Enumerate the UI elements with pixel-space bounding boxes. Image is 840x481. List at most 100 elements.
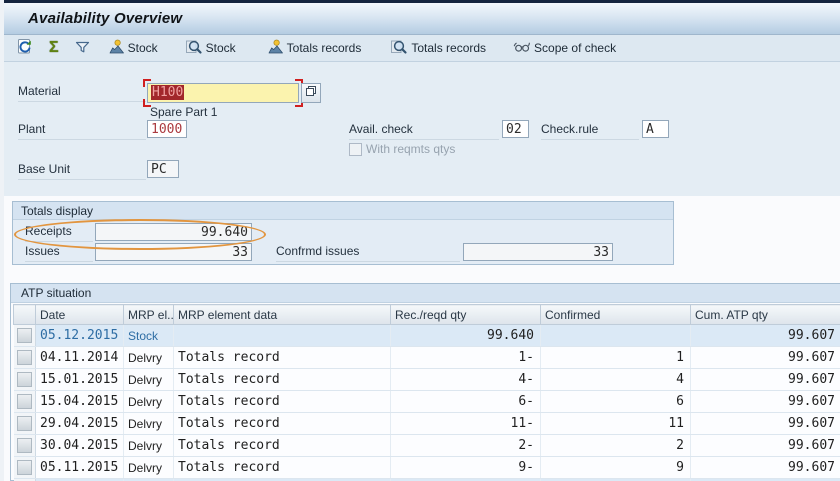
application-toolbar: Σ Stock Stock [4, 35, 840, 62]
cell-mrp-data: Totals record [174, 369, 391, 391]
cell-confirmed: 11 [541, 413, 691, 435]
glasses-icon [513, 39, 531, 57]
cell-date: 05.11.2015 [36, 457, 124, 479]
plant-input[interactable]: 1000 [147, 120, 187, 138]
cell-mrp-el: Delvry [124, 413, 174, 435]
material-input[interactable]: H100 [147, 83, 299, 103]
plant-value: 1000 [151, 122, 182, 137]
material-description: Spare Part 1 [150, 105, 217, 119]
cell-mrp-data [174, 325, 391, 347]
table-row[interactable]: 15.04.2015 Delvry Totals record 6- 6 99.… [14, 391, 840, 413]
cell-rec-qty: 6- [391, 391, 541, 413]
totals-records-search-button[interactable]: Totals records [387, 37, 489, 60]
table-row[interactable]: 29.04.2015 Delvry Totals record 11- 11 9… [14, 413, 840, 435]
with-reqmts-label: With reqmts qtys [366, 142, 455, 156]
table-row[interactable]: 30.04.2015 Delvry Totals record 2- 2 99.… [14, 435, 840, 457]
title-bar: Availability Overview [4, 3, 840, 35]
filter-button[interactable] [71, 37, 94, 60]
funnel-icon [74, 39, 91, 58]
cell-cum-atp: 99.607 [691, 347, 840, 369]
scope-of-check-button[interactable]: Scope of check [510, 37, 619, 59]
cell-cum-atp: 99.607 [691, 413, 840, 435]
cell-cum-atp: 99.607 [691, 369, 840, 391]
sum-button[interactable]: Σ [46, 39, 62, 57]
row-select-button[interactable] [17, 394, 32, 409]
cell-mrp-data: Totals record [174, 435, 391, 457]
totals-display-group: Totals display Receipts 99.640 Issues 33… [12, 201, 674, 265]
check-rule-input[interactable]: A [642, 120, 669, 138]
avail-check-input[interactable]: 02 [502, 120, 529, 138]
col-header-confirmed[interactable]: Confirmed [541, 305, 691, 325]
cell-mrp-data: Totals record [174, 391, 391, 413]
sap-window: Availability Overview Σ Stock [0, 0, 840, 481]
refresh-icon [17, 38, 34, 58]
receipts-label: Receipts [25, 224, 93, 242]
atp-situation-group: ATP situation Date MRP el... MRP element… [10, 283, 840, 481]
row-select-button[interactable] [17, 328, 32, 343]
sigma-icon: Σ [49, 41, 59, 55]
cell-confirmed: 1 [541, 347, 691, 369]
select-all-header[interactable] [14, 305, 36, 325]
avail-check-label: Avail. check [349, 122, 499, 140]
cell-rec-qty: 1- [391, 347, 541, 369]
table-row[interactable]: 04.11.2014 Delvry Totals record 1- 1 99.… [14, 347, 840, 369]
cell-date: 15.01.2015 [36, 369, 124, 391]
totals-records-search-label: Totals records [411, 41, 486, 55]
cell-confirmed: 2 [541, 435, 691, 457]
stock-search-label: Stock [206, 41, 236, 55]
table-row[interactable]: 05.11.2015 Delvry Totals record 9- 9 99.… [14, 457, 840, 479]
row-select-button[interactable] [17, 416, 32, 431]
issues-label: Issues [25, 244, 93, 262]
cell-mrp-el: Stock [124, 325, 174, 347]
confrmd-issues-label: Confrmd issues [276, 244, 460, 262]
refresh-button[interactable] [14, 36, 37, 60]
totals-records-display-button[interactable]: Totals records [264, 37, 365, 60]
cell-confirmed: 6 [541, 391, 691, 413]
cell-mrp-el: Delvry [124, 369, 174, 391]
row-select-button[interactable] [17, 372, 32, 387]
person-icon [267, 39, 284, 58]
cell-rec-qty: 2- [391, 435, 541, 457]
page-title: Availability Overview [28, 10, 182, 27]
row-select-button[interactable] [17, 460, 32, 475]
cell-mrp-el: Delvry [124, 391, 174, 413]
stock-search-button[interactable]: Stock [182, 37, 239, 60]
search-doc-icon [390, 39, 408, 58]
scope-of-check-label: Scope of check [534, 41, 616, 55]
cell-rec-qty: 9- [391, 457, 541, 479]
with-reqmts-checkbox[interactable] [349, 143, 362, 156]
receipts-field: 99.640 [95, 223, 252, 241]
atp-header-row: Date MRP el... MRP element data Rec./req… [14, 305, 840, 325]
row-select-button[interactable] [17, 438, 32, 453]
cell-date: 29.04.2015 [36, 413, 124, 435]
check-rule-label: Check.rule [541, 122, 639, 140]
base-unit-field: PC [147, 160, 179, 178]
cell-cum-atp: 99.607 [691, 435, 840, 457]
row-select-button[interactable] [17, 350, 32, 365]
cell-mrp-data: Totals record [174, 413, 391, 435]
col-header-rec-reqd-qty[interactable]: Rec./reqd qty [391, 305, 541, 325]
table-row[interactable]: 05.12.2015 Stock 99.640 99.607 [14, 325, 840, 347]
plant-label: Plant [18, 122, 146, 140]
col-header-cum-atp-qty[interactable]: Cum. ATP qty [691, 305, 840, 325]
person-icon [108, 39, 125, 58]
cell-rec-qty: 4- [391, 369, 541, 391]
totals-display-title: Totals display [13, 202, 673, 220]
cell-mrp-el: Delvry [124, 347, 174, 369]
cell-rec-qty: 99.640 [391, 325, 541, 347]
atp-situation-title: ATP situation [11, 284, 840, 303]
col-header-date[interactable]: Date [36, 305, 124, 325]
material-matchcode-button[interactable] [301, 83, 321, 103]
col-header-mrp-element-data[interactable]: MRP element data [174, 305, 391, 325]
confrmd-issues-field: 33 [463, 243, 613, 261]
table-row[interactable]: 15.01.2015 Delvry Totals record 4- 4 99.… [14, 369, 840, 391]
stock-display-label: Stock [128, 41, 158, 55]
stock-display-button[interactable]: Stock [105, 37, 161, 60]
cell-confirmed: 9 [541, 457, 691, 479]
cell-mrp-el: Delvry [124, 435, 174, 457]
cell-cum-atp: 99.607 [691, 457, 840, 479]
col-header-mrp-el[interactable]: MRP el... [124, 305, 174, 325]
cell-confirmed: 4 [541, 369, 691, 391]
material-label: Material [18, 84, 146, 102]
cell-cum-atp: 99.607 [691, 325, 840, 347]
